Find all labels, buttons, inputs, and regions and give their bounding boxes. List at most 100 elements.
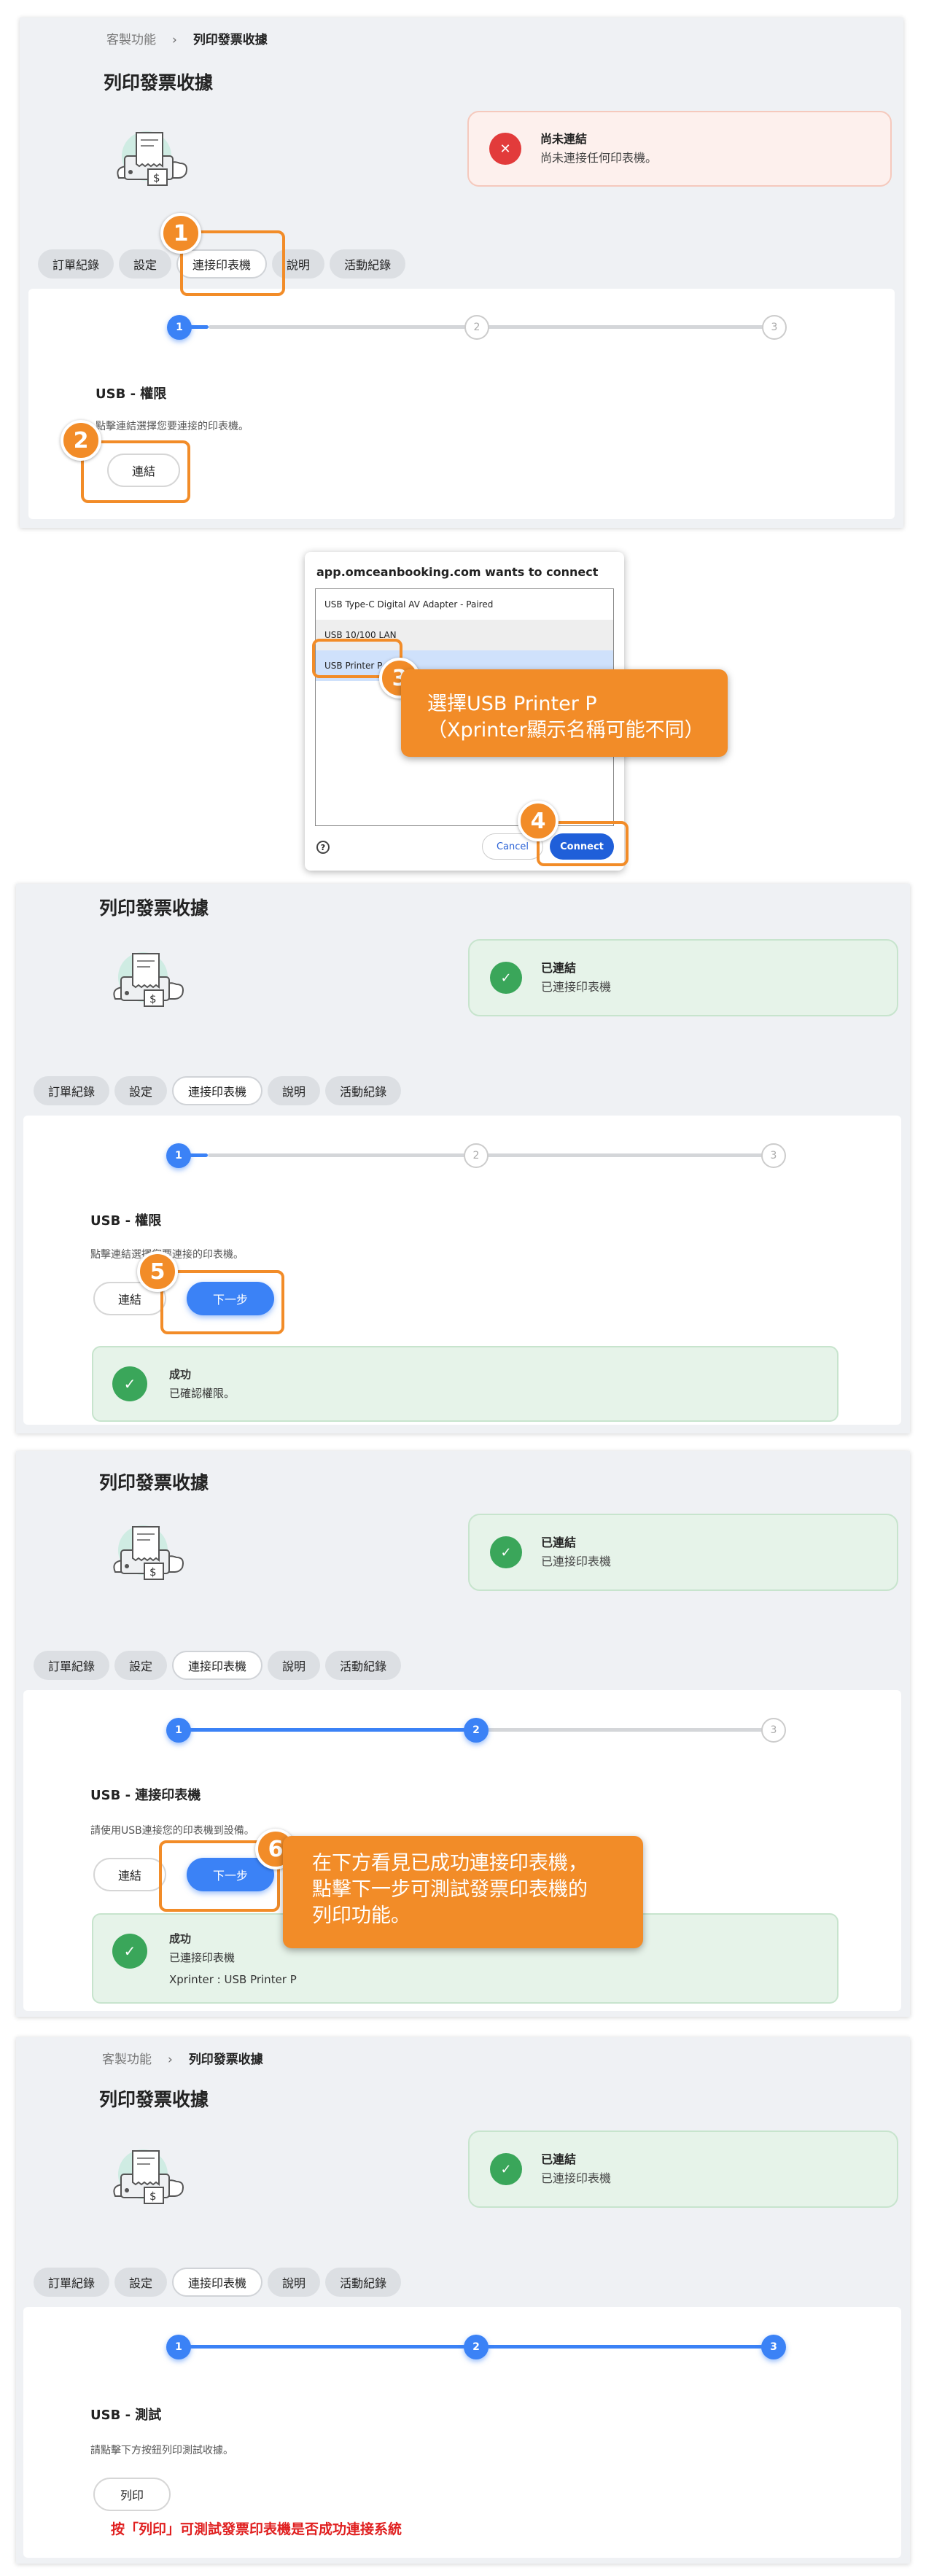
page-title: 列印發票收據	[99, 898, 209, 919]
stepper: 1 2 3	[166, 2335, 786, 2359]
stepper: 1 2 3	[166, 1718, 786, 1743]
section-desc: 請使用USB連接您的印表機到設備。	[90, 1825, 254, 1837]
breadcrumb-current: 列印發票收據	[192, 33, 268, 47]
tab-settings[interactable]: 設定	[114, 1076, 168, 1105]
step-3: 3	[761, 2335, 786, 2359]
breadcrumb: 客製功能 › 列印發票收據	[102, 2049, 263, 2067]
tab-connect-printer[interactable]: 連接印表機	[172, 1651, 263, 1680]
shield-check-icon: ✓	[490, 1536, 522, 1568]
status-title: 尚未連結	[540, 132, 588, 146]
page-title: 列印發票收據	[99, 1472, 209, 1493]
printer-receipt-illustration: $	[105, 1521, 187, 1587]
panel-step-1: 客製功能 › 列印發票收據 列印發票收據 $ ✕ 尚未連結尚未連接任何印表機。 訂單…	[20, 17, 903, 528]
shield-check-icon: ✓	[490, 962, 522, 994]
success-title: 成功	[169, 1368, 192, 1381]
stepper: 1 2 3	[166, 1143, 786, 1168]
section-title: USB - 權限	[90, 1213, 162, 1229]
step-3: 3	[761, 1718, 786, 1743]
success-permission: ✓ 成功已確認權限。	[92, 1346, 839, 1422]
status-connected: ✓ 已連結已連接印表機	[468, 939, 898, 1016]
status-desc: 已連接印表機	[541, 2171, 612, 2185]
page-title: 列印發票收據	[104, 72, 214, 93]
tab-orders[interactable]: 訂單紀錄	[38, 249, 114, 279]
stepper-line	[209, 325, 774, 329]
tab-activity[interactable]: 活動紀錄	[325, 1076, 402, 1105]
tab-orders[interactable]: 訂單紀錄	[34, 1076, 110, 1105]
callout-line: 在下方看見已成功連接印表機，	[312, 1852, 588, 1875]
panel-step-4: 客製功能 › 列印發票收據 列印發票收據 $ ✓ 已連結已連接印表機 訂單紀錄 設定…	[16, 2037, 910, 2564]
tab-help[interactable]: 說明	[268, 1651, 321, 1680]
status-desc: 已連接印表機	[541, 980, 612, 994]
breadcrumb-current: 列印發票收據	[188, 2052, 263, 2067]
tab-settings[interactable]: 設定	[119, 249, 172, 279]
callout-line: 列印功能。	[312, 1904, 411, 1927]
status-title: 已連結	[541, 961, 577, 975]
success-title: 成功	[169, 1932, 192, 1945]
svg-text:$: $	[149, 2190, 157, 2203]
section-desc: 點擊連結選擇您要連接的印表機。	[96, 421, 249, 432]
test-print-note: 按「列印」可測試發票印表機是否成功連接系統	[111, 2521, 402, 2537]
tab-help[interactable]: 說明	[268, 1076, 321, 1105]
success-desc: 已確認權限。	[169, 1387, 236, 1400]
step-badge-5: 5	[137, 1251, 178, 1292]
tab-orders[interactable]: 訂單紀錄	[34, 1651, 110, 1680]
svg-text:$: $	[149, 1565, 157, 1579]
error-icon: ✕	[489, 133, 521, 165]
shield-check-icon: ✓	[490, 2153, 522, 2185]
stepper: 1 2 3	[167, 315, 787, 340]
tab-connect-printer[interactable]: 連接印表機	[172, 2268, 263, 2297]
panel-step-3: 列印發票收據 $ ✓ 已連結 已連接印表機 訂單紀錄 設定 連接印表機 說明 活動…	[16, 1451, 910, 2017]
stepper-line	[476, 1728, 774, 1732]
section-title: USB - 連接印表機	[90, 1788, 201, 1803]
tab-orders[interactable]: 訂單紀錄	[34, 2268, 110, 2297]
tab-activity[interactable]: 活動紀錄	[325, 1651, 402, 1680]
device-item[interactable]: USB Type-C Digital AV Adapter - Paired	[316, 589, 613, 620]
print-button[interactable]: 列印	[93, 2478, 171, 2511]
shield-check-icon: ✓	[112, 1934, 147, 1969]
chevron-right-icon: ›	[172, 33, 177, 47]
stepper-line	[179, 1728, 476, 1732]
status-title: 已連結	[541, 2152, 577, 2166]
tab-settings[interactable]: 設定	[114, 2268, 168, 2297]
help-icon[interactable]: ?	[316, 841, 330, 854]
printer-receipt-illustration: $	[105, 2145, 187, 2211]
step-3: 3	[762, 315, 787, 340]
step-2: 2	[464, 2335, 489, 2359]
callout-success: 在下方看見已成功連接印表機， 點擊下一步可測試發票印表機的 列印功能。	[283, 1836, 643, 1948]
section-desc: 請點擊下方按鈕列印測試收據。	[90, 2445, 233, 2456]
panel-step-2: 列印發票收據 $ ✓ 已連結 已連接印表機 訂單紀錄 設定 連接印表機 說明 活動…	[16, 884, 910, 1433]
tab-activity[interactable]: 活動紀錄	[325, 2268, 402, 2297]
status-desc: 已連接印表機	[541, 1554, 612, 1568]
step-1: 1	[166, 2335, 191, 2359]
tab-help[interactable]: 說明	[268, 2268, 321, 2297]
breadcrumb-parent[interactable]: 客製功能	[106, 33, 156, 47]
callout-select-printer: 選擇USB Printer P （Xprinter顯示名稱可能不同）	[401, 669, 728, 757]
dialog-header: app.omceanbooking.com wants to connect	[316, 565, 599, 579]
shield-check-icon: ✓	[112, 1366, 147, 1401]
step-2: 2	[464, 315, 489, 340]
tab-bar: 訂單紀錄 設定 連接印表機 說明 活動紀錄	[34, 1076, 402, 1105]
step-badge-2: 2	[61, 420, 101, 461]
success-device: Xprinter : USB Printer P	[169, 1973, 297, 1986]
status-disconnected: ✕ 尚未連結尚未連接任何印表機。	[467, 111, 892, 187]
highlight-next	[160, 1270, 284, 1334]
tab-connect-printer[interactable]: 連接印表機	[172, 1076, 263, 1105]
setup-card: 1 2 3 USB - 測試 請點擊下方按鈕列印測試收據。 列印 按「列印」可測…	[23, 2307, 901, 2558]
page-title: 列印發票收據	[99, 2089, 209, 2110]
status-desc: 尚未連接任何印表機。	[540, 151, 658, 165]
breadcrumb-parent[interactable]: 客製功能	[102, 2052, 152, 2067]
tab-bar: 訂單紀錄 設定 連接印表機 說明 活動紀錄	[34, 1651, 402, 1680]
chevron-right-icon: ›	[168, 2052, 173, 2067]
success-desc: 已連接印表機	[169, 1951, 236, 1964]
section-title: USB - 權限	[96, 386, 167, 402]
tab-bar: 訂單紀錄 設定 連接印表機 說明 活動紀錄	[34, 2268, 402, 2297]
tab-settings[interactable]: 設定	[114, 1651, 168, 1680]
tab-activity[interactable]: 活動紀錄	[330, 249, 406, 279]
step-1: 1	[166, 1718, 191, 1743]
step-2: 2	[464, 1143, 489, 1168]
connect-button[interactable]: 連結	[93, 1858, 166, 1891]
step-badge-4: 4	[518, 801, 559, 841]
section-title: USB - 測試	[90, 2408, 162, 2423]
printer-receipt-illustration: $	[109, 127, 190, 192]
callout-line: （Xprinter顯示名稱可能不同）	[427, 719, 704, 742]
